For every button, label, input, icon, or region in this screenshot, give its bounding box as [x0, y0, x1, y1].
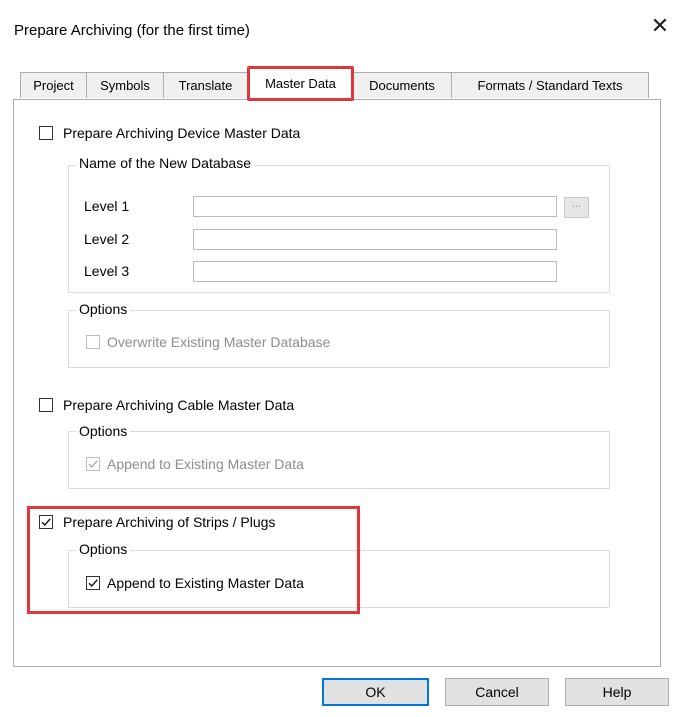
new-database-group-title: Name of the New Database: [76, 155, 254, 171]
strips-highlight-annotation: [27, 506, 360, 614]
ok-button[interactable]: OK: [322, 678, 429, 706]
tab-symbols[interactable]: Symbols: [86, 72, 164, 98]
tab-highlight-annotation: [247, 66, 354, 101]
close-icon[interactable]: ✕: [648, 14, 672, 38]
device-master-data-label: Prepare Archiving Device Master Data: [63, 125, 301, 141]
overwrite-master-database-checkbox[interactable]: [86, 335, 100, 349]
checkmark-icon: [88, 460, 98, 469]
cancel-button[interactable]: Cancel: [445, 678, 549, 706]
level-2-label: Level 2: [84, 231, 130, 247]
level-2-input[interactable]: [193, 229, 557, 250]
cable-append-checkbox[interactable]: [86, 457, 100, 471]
browse-button[interactable]: ...: [564, 197, 589, 218]
device-master-data-checkbox[interactable]: [39, 126, 53, 140]
tab-translate[interactable]: Translate: [163, 72, 248, 98]
cable-master-data-label: Prepare Archiving Cable Master Data: [63, 397, 295, 413]
tab-documents[interactable]: Documents: [352, 72, 452, 98]
dialog-title: Prepare Archiving (for the first time): [14, 22, 250, 39]
level-3-label: Level 3: [84, 263, 130, 279]
level-3-input[interactable]: [193, 261, 557, 282]
device-options-title: Options: [76, 301, 131, 317]
tab-project[interactable]: Project: [20, 72, 87, 98]
tab-formats-standard-texts[interactable]: Formats / Standard Texts: [451, 72, 649, 98]
level-1-input[interactable]: [193, 196, 557, 217]
cable-master-data-checkbox[interactable]: [39, 398, 53, 412]
level-1-label: Level 1: [84, 198, 130, 214]
cable-options-title: Options: [76, 423, 131, 439]
cable-append-label: Append to Existing Master Data: [107, 456, 304, 472]
overwrite-master-database-label: Overwrite Existing Master Database: [107, 334, 331, 350]
help-button[interactable]: Help: [565, 678, 669, 706]
